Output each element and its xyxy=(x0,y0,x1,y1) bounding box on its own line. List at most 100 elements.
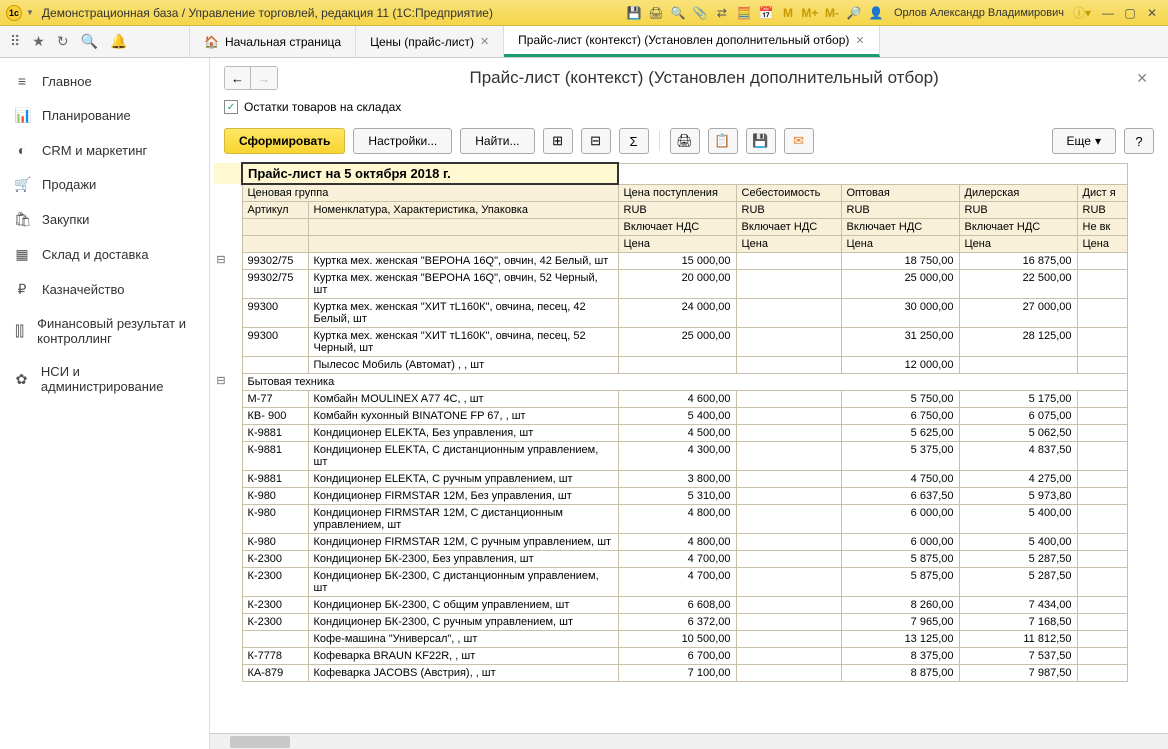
main-tabbar: ⠿ ★ ↻ 🔍 🔔 🏠 Начальная страница Цены (пра… xyxy=(0,26,1168,58)
memory-mminus-icon[interactable]: M- xyxy=(822,4,842,22)
sidebar-item-sales[interactable]: 🛒 Продажи xyxy=(0,167,209,202)
more-button[interactable]: Еще ▾ xyxy=(1052,128,1116,154)
table-row[interactable]: 99302/75Куртка мех. женская "ВЕРОНА 16Q"… xyxy=(214,270,1127,299)
table-row[interactable]: К-9881Кондиционер ELEKTA, С дистанционны… xyxy=(214,442,1127,471)
memory-mplus-icon[interactable]: M+ xyxy=(800,4,820,22)
table-row[interactable]: К-2300Кондиционер БК-2300, С дистанционн… xyxy=(214,568,1127,597)
close-tab-icon[interactable]: ✕ xyxy=(480,35,489,48)
table-row[interactable]: К-980Кондиционер FIRMSTAR 12M, Без управ… xyxy=(214,488,1127,505)
find-button[interactable]: Найти... xyxy=(460,128,534,154)
settings-button[interactable]: Настройки... xyxy=(353,128,452,154)
table-row[interactable]: Пылесос Мобиль (Автомат) , , шт12 000,00 xyxy=(214,357,1127,374)
sidebar-item-label: Продажи xyxy=(42,177,96,192)
table-row[interactable]: ⊟Бытовая техника xyxy=(214,374,1127,391)
sidebar-item-planning[interactable]: 📊Планирование xyxy=(0,98,209,133)
filter-row: ✓ Остатки товаров на складах xyxy=(210,96,1168,124)
window-titlebar: 1c ▼ Демонстрационная база / Управление … xyxy=(0,0,1168,26)
sidebar-item-admin[interactable]: ✿НСИ и администрирование xyxy=(0,355,209,403)
email-icon[interactable]: ✉ xyxy=(784,128,814,154)
sidebar-item-crm[interactable]: ◐ CRM и маркетинг xyxy=(0,133,209,167)
nav-forward-button[interactable]: → xyxy=(251,67,277,89)
table-row[interactable]: Кофе-машина "Универсал", , шт10 500,0013… xyxy=(214,631,1127,648)
save-report-icon[interactable]: 💾 xyxy=(746,128,776,154)
cart-icon: 🛒 xyxy=(14,176,30,193)
sidebar-item-label: CRM и маркетинг xyxy=(42,143,147,158)
bars-icon: ⫿⫿ xyxy=(14,323,25,340)
preview-icon[interactable]: 🔍 xyxy=(668,4,688,22)
info-icon[interactable]: ⓘ▾ xyxy=(1072,4,1092,22)
compare-icon[interactable]: ⇄ xyxy=(712,4,732,22)
table-row[interactable]: КА-879Кофеварка JACOBS (Австрия), , шт7 … xyxy=(214,665,1127,682)
hamburger-icon: ≡ xyxy=(14,73,30,89)
sidebar-item-finance[interactable]: ⫿⫿ Финансовый результат и контроллинг xyxy=(0,307,209,355)
sum-icon[interactable]: Σ xyxy=(619,128,649,154)
horizontal-scrollbar[interactable] xyxy=(210,733,1168,749)
sidebar-item-label: Планирование xyxy=(42,108,131,123)
table-row[interactable]: 99300Куртка мех. женская "ХИТ тL160К", о… xyxy=(214,328,1127,357)
tab-home[interactable]: 🏠 Начальная страница xyxy=(190,26,356,57)
table-row[interactable]: К-980Кондиционер FIRMSTAR 12M, С ручным … xyxy=(214,534,1127,551)
sidebar-item-treasury[interactable]: ₽ Казначейство xyxy=(0,272,209,307)
minimize-button[interactable]: — xyxy=(1098,4,1118,22)
star-icon[interactable]: ★ xyxy=(32,33,45,50)
table-row[interactable]: К-980Кондиционер FIRMSTAR 12M, С дистанц… xyxy=(214,505,1127,534)
calendar-icon[interactable]: 📅 xyxy=(756,4,776,22)
apps-grid-icon[interactable]: ⠿ xyxy=(10,33,20,50)
table-row[interactable]: К-2300Кондиционер БК-2300, Без управлени… xyxy=(214,551,1127,568)
print-button-icon[interactable]: 🖨 xyxy=(670,128,700,154)
sidebar-item-label: Склад и доставка xyxy=(42,247,149,262)
favorite-icon[interactable]: 👤 xyxy=(866,4,886,22)
search-icon[interactable]: 🔍 xyxy=(81,33,98,50)
sidebar-item-label: Финансовый результат и контроллинг xyxy=(37,316,195,346)
table-row[interactable]: К-9881Кондиционер ELEKTA, Без управления… xyxy=(214,425,1127,442)
nav-back-forward: ← → xyxy=(224,66,278,90)
expand-icon[interactable]: ⊞ xyxy=(543,128,573,154)
sidebar-item-warehouse[interactable]: ▦Склад и доставка xyxy=(0,237,209,272)
table-row[interactable]: К-2300Кондиционер БК-2300, С общим управ… xyxy=(214,597,1127,614)
table-row[interactable]: К-7778Кофеварка BRAUN KF22R, , шт6 700,0… xyxy=(214,648,1127,665)
table-row[interactable]: М-77Комбайн MOULINEX A77 4C, , шт4 600,0… xyxy=(214,391,1127,408)
page-header: ← → Прайс-лист (контекст) (Установлен до… xyxy=(210,58,1168,96)
collapse-icon[interactable]: ⊟ xyxy=(581,128,611,154)
save-icon[interactable]: 💾 xyxy=(624,4,644,22)
close-button[interactable]: ✕ xyxy=(1142,4,1162,22)
sidebar-item-main[interactable]: ≡Главное xyxy=(0,64,209,98)
help-icon[interactable]: ? xyxy=(1124,128,1154,154)
table-row[interactable]: К-9881Кондиционер ELEKTA, С ручным управ… xyxy=(214,471,1127,488)
tab-label: Прайс-лист (контекст) (Установлен дополн… xyxy=(518,33,849,47)
tab-pricelist[interactable]: Прайс-лист (контекст) (Установлен дополн… xyxy=(504,26,879,57)
table-row[interactable]: К-2300Кондиционер БК-2300, С ручным упра… xyxy=(214,614,1127,631)
app-menu-dropdown[interactable]: ▼ xyxy=(26,8,34,17)
window-title: Демонстрационная база / Управление торго… xyxy=(42,6,624,20)
nav-back-button[interactable]: ← xyxy=(225,67,251,89)
history-icon[interactable]: ↻ xyxy=(57,33,69,50)
bell-icon[interactable]: 🔔 xyxy=(110,33,127,50)
price-table: Прайс-лист на 5 октября 2018 г. Ценовая … xyxy=(214,162,1128,682)
sidebar-item-label: Закупки xyxy=(42,212,89,227)
ruble-icon: ₽ xyxy=(14,281,30,298)
maximize-button[interactable]: ▢ xyxy=(1120,4,1140,22)
close-page-button[interactable]: ✕ xyxy=(1130,70,1154,87)
report-title: Прайс-лист на 5 октября 2018 г. xyxy=(242,163,618,184)
calculator-icon[interactable]: 🧮 xyxy=(734,4,754,22)
report-table-area[interactable]: Прайс-лист на 5 октября 2018 г. Ценовая … xyxy=(210,162,1168,733)
print-icon[interactable]: 🖨 xyxy=(646,4,666,22)
close-tab-icon[interactable]: ✕ xyxy=(855,34,864,47)
table-row[interactable]: 99300Куртка мех. женская "ХИТ тL160К", о… xyxy=(214,299,1127,328)
tab-label: Начальная страница xyxy=(225,35,341,49)
content-area: ← → Прайс-лист (контекст) (Установлен до… xyxy=(210,58,1168,749)
table-row[interactable]: ⊟99302/75Куртка мех. женская "ВЕРОНА 16Q… xyxy=(214,253,1127,270)
generate-button[interactable]: Сформировать xyxy=(224,128,345,154)
current-user-label[interactable]: Орлов Александр Владимирович xyxy=(888,7,1070,19)
link-icon[interactable]: 📎 xyxy=(690,4,710,22)
zoom-icon[interactable]: 🔎 xyxy=(844,4,864,22)
nav-tabs: 🏠 Начальная страница Цены (прайс-лист) ✕… xyxy=(190,26,880,57)
memory-m-icon[interactable]: M xyxy=(778,4,798,22)
table-row[interactable]: КВ- 900Комбайн кухонный BINATONE FP 67, … xyxy=(214,408,1127,425)
sidebar-item-purchases[interactable]: 🛍Закупки xyxy=(0,202,209,237)
stock-filter-checkbox[interactable]: ✓ xyxy=(224,100,238,114)
clipboard-icon[interactable]: 📋 xyxy=(708,128,738,154)
pie-icon: ◐ xyxy=(14,142,30,158)
sidebar-item-label: Казначейство xyxy=(42,282,124,297)
tab-prices[interactable]: Цены (прайс-лист) ✕ xyxy=(356,26,504,57)
